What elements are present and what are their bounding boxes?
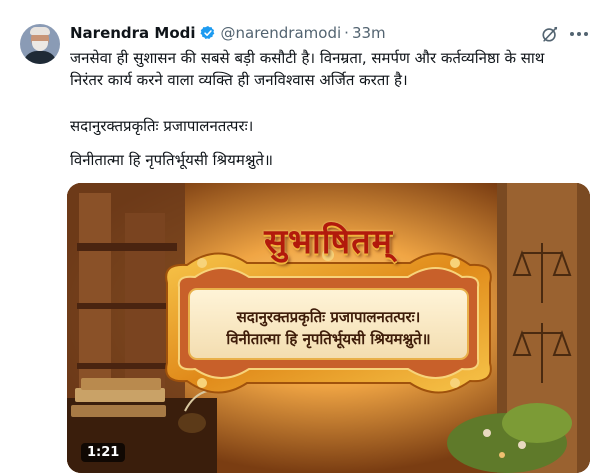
video-player[interactable]: सुभाषितम् सदानुरक्तप्रकृतिः प्रजापालनतत्…	[67, 183, 590, 473]
more-options-icon[interactable]	[566, 24, 592, 44]
post-text-line: सदानुरक्तप्रकृतिः प्रजापालनतत्परः।	[70, 117, 254, 135]
avatar[interactable]	[20, 24, 60, 64]
tweet-header: Narendra Modi @narendramodi · 33m	[70, 22, 386, 44]
post-text-line: जनसेवा ही सुशासन की सबसे बड़ी कसौटी है। …	[70, 49, 545, 67]
video-duration: 1:21	[81, 443, 126, 462]
post-text-line: निरंतर कार्य करने वाला व्यक्ति ही जनविश्…	[70, 71, 408, 89]
post-time[interactable]: 33m	[352, 24, 386, 42]
video-verse-line: सदानुरक्तप्रकृतिः प्रजापालनतत्परः।	[236, 308, 421, 326]
author-name[interactable]: Narendra Modi	[70, 24, 196, 42]
author-handle[interactable]: @narendramodi	[221, 24, 342, 42]
post-text-line: विनीतात्मा हि नृपतिर्भूयसी श्रियमश्नुते॥	[70, 151, 273, 169]
video-verse-line: विनीतात्मा हि नृपतिर्भूयसी श्रियमश्नुते॥	[226, 330, 431, 348]
grok-icon[interactable]	[541, 25, 559, 43]
separator-dot: ·	[344, 24, 349, 42]
tweet: Narendra Modi @narendramodi · 33m जनसेवा…	[0, 0, 600, 475]
verified-badge-icon	[199, 26, 214, 39]
video-headline: सुभाषितम्	[264, 222, 393, 262]
